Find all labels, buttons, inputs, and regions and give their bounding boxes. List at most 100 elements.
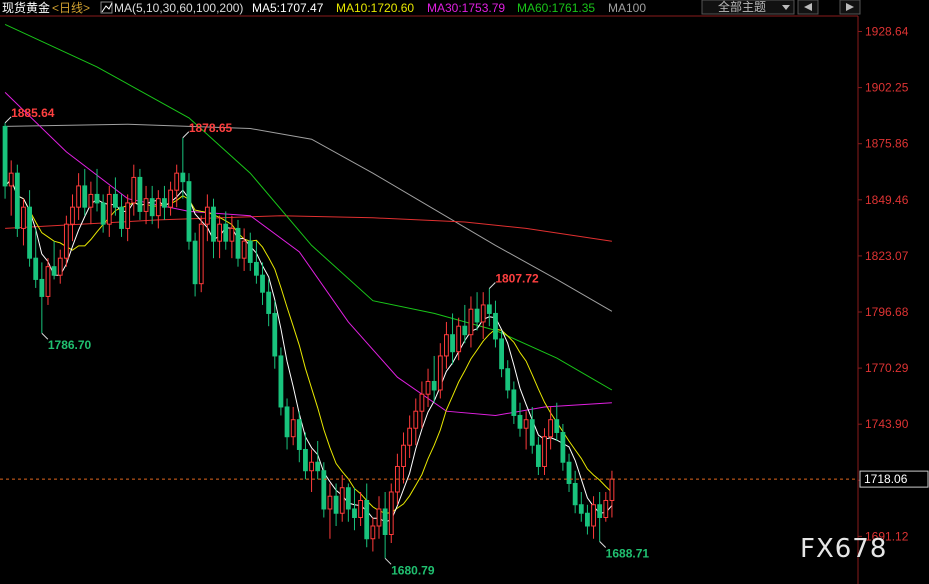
candle-down <box>462 325 468 336</box>
candle-down <box>597 504 603 518</box>
candle-up <box>125 202 131 229</box>
candle-up <box>339 487 345 514</box>
chart-frame <box>0 15 859 584</box>
candle-up <box>45 266 51 297</box>
candle-down <box>192 240 198 285</box>
candle-down <box>554 419 560 433</box>
candle-up <box>419 393 425 412</box>
ma60-value: MA60:1761.35 <box>517 1 595 15</box>
candle-down <box>315 461 321 472</box>
prev-arrow-icon[interactable] <box>797 0 819 15</box>
candle-down <box>535 444 541 467</box>
candle-down <box>247 240 253 263</box>
annotation-low: 1688.71 <box>606 546 650 560</box>
candle-down <box>137 176 143 212</box>
candle-down <box>211 206 216 242</box>
candle-down <box>529 419 535 446</box>
ma-params[interactable]: MA(5,10,30,60,100,200) <box>114 1 243 15</box>
candlestick-chart: 1885.64 1786.70 1878.65 1680.79 1807.72 1688.… <box>0 0 929 584</box>
ma-indicator-icon <box>100 1 113 14</box>
ma5-line <box>4 178 613 523</box>
annotation-low: 1680.79 <box>391 563 435 577</box>
candle-up <box>174 172 180 191</box>
symbol-name: 现货黄金 <box>2 0 50 15</box>
ma5-value: MA5:1707.47 <box>252 1 324 15</box>
candle-down <box>486 304 492 314</box>
candle-down <box>450 334 455 353</box>
annotation-high: 1878.65 <box>189 121 233 135</box>
y-tick-label: 1796.68 <box>865 305 909 319</box>
candle-down <box>33 257 39 280</box>
candle-up <box>388 491 394 535</box>
candle-up <box>143 198 149 212</box>
candle-up <box>76 185 82 208</box>
y-axis: 1928.64 1902.25 1875.86 1849.46 1823.07 1796.… <box>858 25 909 543</box>
candle-up <box>21 206 26 229</box>
candle-up <box>57 257 63 276</box>
y-tick-label: 1823.07 <box>865 249 909 263</box>
next-arrow-icon[interactable] <box>839 0 861 15</box>
y-tick-label: 1875.86 <box>865 137 909 151</box>
current-price-label: 1718.06 <box>859 470 929 488</box>
y-tick-label: 1770.29 <box>865 361 909 375</box>
candle-up <box>444 334 449 357</box>
candle-down <box>382 508 388 535</box>
y-tick-label: 1902.25 <box>865 81 909 95</box>
candle-down <box>186 181 192 242</box>
y-tick-label: 1743.90 <box>865 417 909 431</box>
candle-down <box>180 172 186 183</box>
candle-down <box>235 227 241 259</box>
candle-down <box>260 274 265 293</box>
ma10-line <box>4 178 613 514</box>
candle-down <box>345 487 351 510</box>
annotation-high: 1885.64 <box>11 106 55 120</box>
candle-up <box>290 419 296 438</box>
candle-down <box>39 278 45 297</box>
candle-up <box>591 504 596 527</box>
candle-up <box>8 172 14 187</box>
candle-down <box>517 414 523 429</box>
period-label[interactable]: <日线> <box>52 1 90 15</box>
candle-up <box>401 444 406 467</box>
candle-down <box>149 198 155 217</box>
candle-down <box>578 504 584 514</box>
chart-header: 现货黄金 <日线> MA(5,10,30,60,100,200) MA5:170… <box>2 0 861 15</box>
candle-up <box>609 478 615 501</box>
candle-down <box>431 380 437 391</box>
candle-up <box>413 410 419 429</box>
candle-up <box>229 227 235 242</box>
candle-up <box>376 508 382 527</box>
candle-down <box>94 193 100 204</box>
candle-down <box>296 419 302 450</box>
candle-down <box>119 206 124 229</box>
candle-down <box>253 261 259 276</box>
ma100-value: MA100 <box>608 1 646 15</box>
theme-button[interactable]: 全部主题 <box>701 0 795 15</box>
candle-up <box>155 198 161 217</box>
candle-down <box>162 198 167 208</box>
candle-up <box>70 206 75 225</box>
annotation-high: 1807.72 <box>495 272 539 286</box>
candle-down <box>511 389 517 416</box>
candle-down <box>266 291 272 314</box>
candle-up <box>425 380 431 395</box>
candle-up <box>548 419 554 438</box>
candle-up <box>217 223 223 242</box>
candle-up <box>437 355 443 391</box>
ma30-value: MA30:1753.79 <box>427 1 505 15</box>
y-tick-label: 1928.64 <box>865 25 909 39</box>
candles-group <box>2 122 615 559</box>
ma10-value: MA10:1720.60 <box>336 1 414 15</box>
candle-up <box>309 461 314 472</box>
candle-up <box>542 436 547 467</box>
candle-down <box>572 482 578 506</box>
candle-down <box>100 202 106 225</box>
candle-up <box>358 499 364 518</box>
candle-down <box>560 431 566 463</box>
candle-down <box>27 206 32 259</box>
candle-up <box>106 193 112 225</box>
annotation-low: 1786.70 <box>48 338 92 352</box>
candle-down <box>223 223 229 242</box>
candle-down <box>585 512 590 527</box>
candle-down <box>284 406 290 438</box>
